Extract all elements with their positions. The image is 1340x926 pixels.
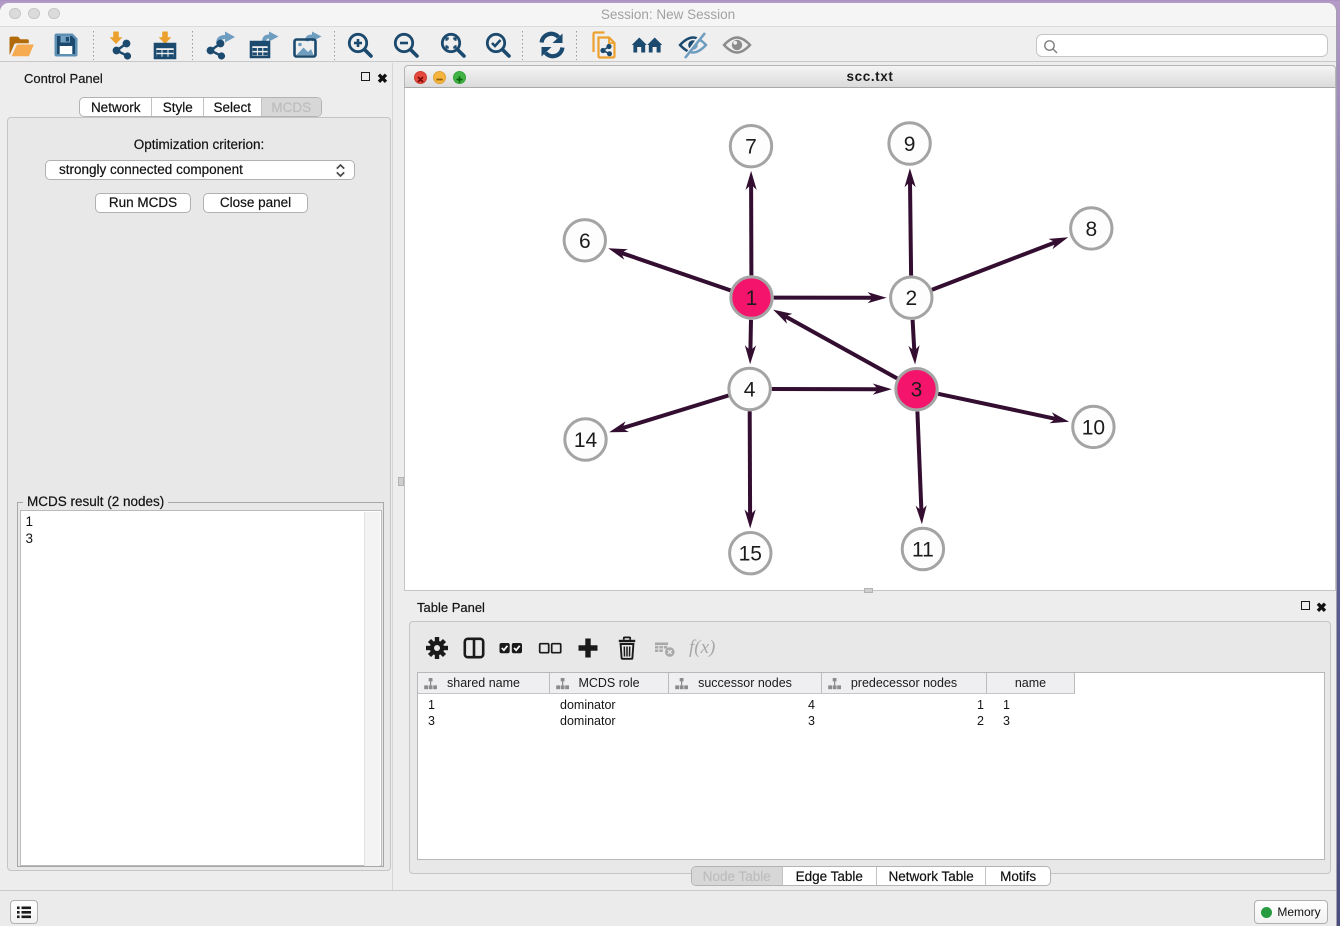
- svg-text:8: 8: [1085, 218, 1097, 241]
- svg-text:9: 9: [904, 133, 916, 156]
- svg-text:1: 1: [746, 287, 758, 310]
- svg-text:14: 14: [574, 429, 598, 452]
- svg-text:15: 15: [739, 543, 762, 566]
- svg-text:2: 2: [905, 287, 917, 310]
- svg-text:10: 10: [1082, 416, 1105, 439]
- svg-text:3: 3: [911, 379, 923, 402]
- svg-text:4: 4: [744, 379, 756, 402]
- svg-text:6: 6: [579, 230, 591, 253]
- svg-text:11: 11: [912, 539, 934, 562]
- svg-text:7: 7: [745, 136, 757, 159]
